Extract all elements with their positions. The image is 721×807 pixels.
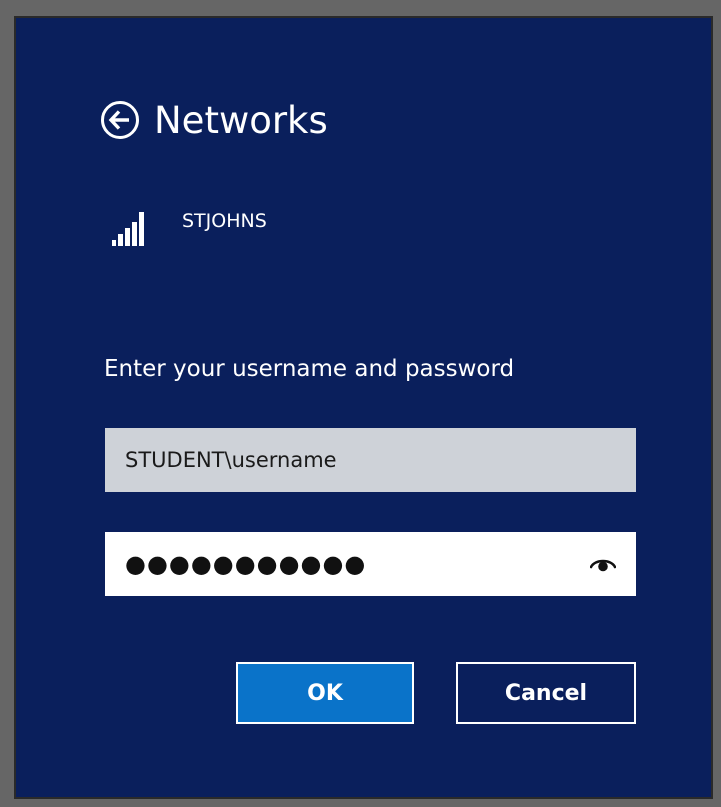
password-masked-value: ●●●●●●●●●●● — [125, 550, 367, 578]
password-field[interactable]: ●●●●●●●●●●● — [105, 532, 636, 596]
network-item: STJOHNS — [112, 210, 267, 246]
cancel-button[interactable]: Cancel — [456, 662, 636, 724]
network-login-panel: Networks STJOHNS Enter your username and… — [14, 16, 713, 799]
back-arrow-icon[interactable] — [100, 100, 140, 140]
page-title: Networks — [154, 98, 328, 142]
credentials-prompt: Enter your username and password — [104, 356, 515, 382]
ok-button[interactable]: OK — [236, 662, 414, 724]
panel-header: Networks — [100, 94, 328, 146]
wifi-signal-icon — [112, 210, 162, 246]
network-name: STJOHNS — [182, 210, 267, 232]
window-frame: Networks STJOHNS Enter your username and… — [0, 0, 721, 807]
username-field[interactable]: STUDENT\username — [105, 428, 636, 492]
eye-icon[interactable] — [590, 554, 616, 574]
